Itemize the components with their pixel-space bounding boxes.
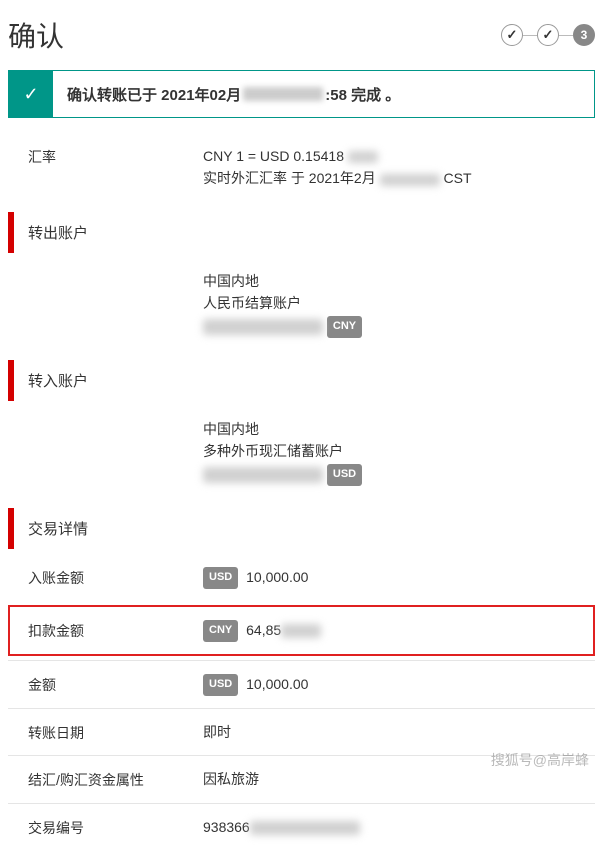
redacted-txn-tail	[250, 821, 360, 835]
purpose-value: 因私旅游	[203, 768, 595, 790]
amount-row: 金额 USD 10,000.00	[8, 660, 595, 708]
rate-value: CNY 1 = USD 0.15418 实时外汇汇率 于 2021年2月 CST	[203, 145, 595, 190]
success-banner: ✓ 确认转账已于 2021年02月 :58 完成 。	[8, 70, 595, 118]
watermark: 搜狐号@高岸蜂	[491, 750, 589, 770]
credit-amount: 10,000.00	[246, 569, 308, 585]
debit-currency-badge: CNY	[203, 620, 238, 642]
step-2-done	[537, 24, 559, 46]
from-account-row: 中国内地 人民币结算账户 CNY	[8, 258, 595, 350]
date-label: 转账日期	[28, 721, 203, 743]
step-1-done	[501, 24, 523, 46]
page-header: 确认 3	[0, 0, 603, 65]
banner-suffix: :58 完成 。	[325, 84, 400, 105]
debit-amount: 64,85	[246, 622, 281, 638]
txn-id: 938366	[203, 819, 250, 835]
debit-amount-row-highlighted: 扣款金额 CNY 64,85	[8, 605, 595, 656]
txn-label: 交易编号	[28, 816, 203, 838]
to-acct-type: 多种外币现汇储蓄账户	[203, 440, 595, 462]
content-panel: 汇率 CNY 1 = USD 0.15418 实时外汇汇率 于 2021年2月 …	[0, 133, 603, 850]
to-currency-badge: USD	[327, 464, 362, 486]
redacted-time	[380, 174, 440, 186]
date-value: 即时	[203, 721, 595, 743]
to-account-value: 中国内地 多种外币现汇储蓄账户 USD	[203, 418, 595, 486]
amount-value: USD 10,000.00	[203, 673, 595, 696]
redacted-rate	[348, 151, 378, 163]
from-region: 中国内地	[203, 270, 595, 292]
progress-steps: 3	[501, 24, 595, 46]
amount-label: 金额	[28, 673, 203, 695]
banner-prefix: 确认转账已于 2021年02月	[67, 84, 241, 105]
purpose-label: 结汇/购汇资金属性	[28, 768, 203, 790]
section-transaction-detail: 交易详情	[8, 508, 595, 549]
rate-line2-prefix: 实时外汇汇率 于 2021年2月	[203, 170, 376, 186]
from-currency-badge: CNY	[327, 316, 362, 338]
banner-text: 确认转账已于 2021年02月 :58 完成 。	[53, 71, 594, 117]
rate-row: 汇率 CNY 1 = USD 0.15418 实时外汇汇率 于 2021年2月 …	[8, 133, 595, 202]
from-acct-type: 人民币结算账户	[203, 292, 595, 314]
rate-line1: CNY 1 = USD 0.15418	[203, 148, 344, 164]
rate-label: 汇率	[28, 145, 203, 167]
from-account-value: 中国内地 人民币结算账户 CNY	[203, 270, 595, 338]
redacted-from-acct-no	[203, 319, 323, 335]
txn-value: 938366	[203, 816, 595, 838]
rate-line2-suffix: CST	[444, 170, 472, 186]
transaction-id-row: 交易编号 938366	[8, 803, 595, 850]
section-to-account: 转入账户	[8, 360, 595, 401]
redacted-date	[243, 87, 323, 101]
step-connector	[523, 35, 537, 36]
amount-amount: 10,000.00	[246, 676, 308, 692]
step-3-active: 3	[573, 24, 595, 46]
debit-value: CNY 64,85	[203, 619, 593, 642]
redacted-debit-tail	[281, 624, 321, 638]
to-region: 中国内地	[203, 418, 595, 440]
page-title: 确认	[8, 15, 64, 55]
credit-currency-badge: USD	[203, 567, 238, 589]
transfer-date-row: 转账日期 即时	[8, 708, 595, 755]
step-connector	[559, 35, 573, 36]
credit-label: 入账金额	[28, 566, 203, 588]
credit-value: USD 10,000.00	[203, 566, 595, 589]
check-icon: ✓	[9, 71, 53, 117]
section-from-account: 转出账户	[8, 212, 595, 253]
credit-amount-row: 入账金额 USD 10,000.00	[8, 554, 595, 601]
to-account-row: 中国内地 多种外币现汇储蓄账户 USD	[8, 406, 595, 498]
amount-currency-badge: USD	[203, 674, 238, 696]
debit-label: 扣款金额	[28, 619, 203, 641]
redacted-to-acct-no	[203, 467, 323, 483]
